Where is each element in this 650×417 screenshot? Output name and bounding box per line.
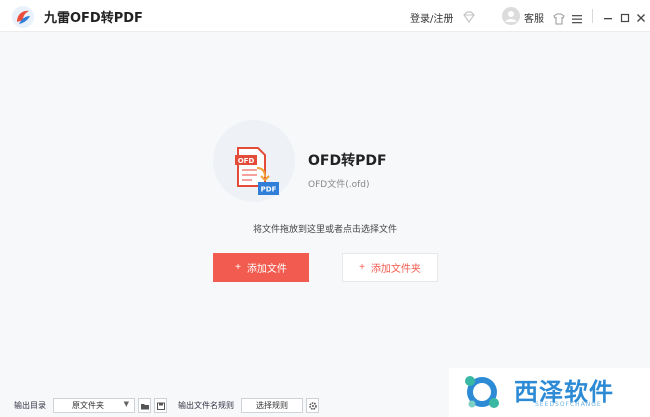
chevron-down-icon: ▼ <box>123 400 129 408</box>
titlebar-divider <box>592 9 593 23</box>
naming-rule-label: 输出文件名规则 <box>178 401 234 410</box>
login-register-link[interactable]: 登录/注册 <box>410 10 453 25</box>
menu-icon[interactable] <box>571 10 583 24</box>
file-type-subtitle: OFD文件(.ofd) <box>308 180 370 190</box>
rule-settings-button[interactable] <box>306 398 319 413</box>
output-dir-value: 原文件夹 <box>72 401 104 410</box>
output-dir-label: 输出目录 <box>14 401 46 410</box>
title-bar: 九雷OFD转PDF 登录/注册 客服 <box>0 0 650 32</box>
folder-icon <box>141 404 149 410</box>
watermark-logo: 西泽软件 SEEDSOFCHANGE <box>449 368 650 417</box>
customer-service-link[interactable]: 客服 <box>524 10 544 25</box>
minimize-icon[interactable] <box>602 9 614 21</box>
watermark-emblem-icon <box>465 376 499 408</box>
add-folder-label: 添加文件夹 <box>370 264 421 275</box>
app-title: 九雷OFD转PDF <box>44 11 143 26</box>
plus-icon: + <box>359 262 365 273</box>
pdf-badge-text: PDF <box>261 186 277 194</box>
gear-icon <box>309 402 317 410</box>
plus-icon: + <box>235 262 241 273</box>
add-folder-button[interactable]: + 添加文件夹 <box>342 253 438 282</box>
ofd-file-illustration: OFD PDF <box>213 120 295 202</box>
browse-folder-button[interactable] <box>154 398 167 413</box>
watermark-subtext: SEEDSOFCHANGE <box>535 401 602 408</box>
logo-icon <box>12 6 34 28</box>
save-folder-icon <box>157 402 165 410</box>
drop-zone-hint[interactable]: 将文件拖放到这里或者点击选择文件 <box>0 222 650 235</box>
choose-rule-button[interactable]: 选择规则 <box>241 398 303 413</box>
output-dir-select[interactable]: 原文件夹 ▼ <box>53 398 135 413</box>
add-file-label: 添加文件 <box>246 264 287 275</box>
close-icon[interactable] <box>635 9 647 22</box>
avatar-icon[interactable] <box>502 7 520 25</box>
skin-shirt-icon[interactable] <box>553 10 565 25</box>
page-title: OFD转PDF <box>308 153 387 169</box>
maximize-icon[interactable] <box>619 9 631 23</box>
vip-diamond-icon[interactable] <box>462 9 476 24</box>
ofd-badge-text: OFD <box>238 157 255 165</box>
add-file-button[interactable]: + 添加文件 <box>213 253 309 282</box>
open-folder-button[interactable] <box>138 398 151 413</box>
